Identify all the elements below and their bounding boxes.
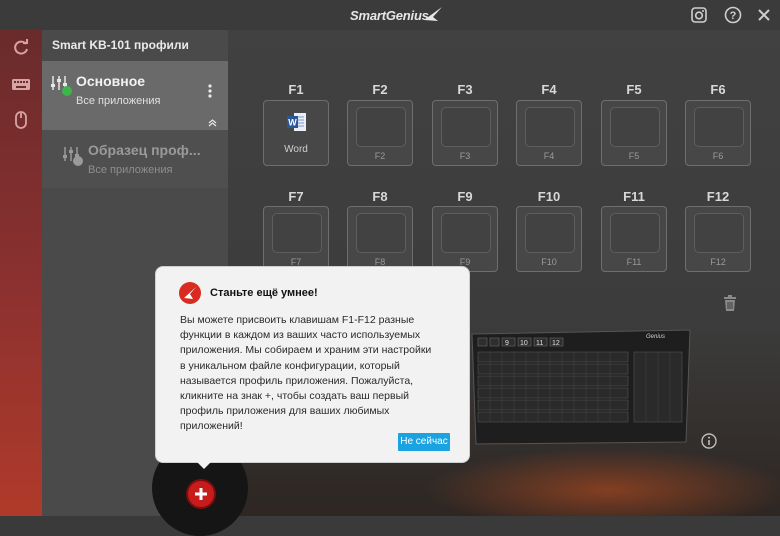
key-cap bbox=[356, 107, 406, 147]
fkey-caption: F6 bbox=[712, 151, 724, 161]
more-options-icon[interactable] bbox=[207, 83, 213, 99]
fkey-slot-f5[interactable]: F5 bbox=[601, 100, 667, 166]
key-cap bbox=[694, 213, 744, 253]
profile-subtitle: Все приложения bbox=[88, 164, 173, 176]
fkey-slot-f2[interactable]: F2 bbox=[347, 100, 413, 166]
key-cap bbox=[694, 107, 744, 147]
keyboard-key-label: 9 bbox=[505, 340, 509, 347]
popup-body-line: называется профиль приложения. Пожалуйст… bbox=[180, 374, 414, 387]
keyboard-image: 9 10 11 12 Genius bbox=[471, 329, 691, 445]
keyboard-brand: Genius bbox=[646, 334, 665, 340]
fkey-label-f8: F8 bbox=[372, 189, 388, 204]
brand-swoosh-icon bbox=[424, 7, 442, 21]
mouse-icon[interactable] bbox=[11, 110, 31, 130]
popup-body-line: Вы можете присвоить клавишам F1-F12 разн… bbox=[180, 314, 415, 326]
brand-logo: SmartGenius bbox=[350, 8, 429, 23]
fkey-label-f2: F2 bbox=[372, 82, 388, 97]
fkey-label-f7: F7 bbox=[288, 189, 304, 204]
popup-body-line: приложения. Мы собираем и храним эти нас… bbox=[180, 344, 432, 357]
fkey-caption: F3 bbox=[459, 151, 471, 161]
popup-body-line: профиль приложения для ваших любимых bbox=[180, 405, 390, 418]
fkey-label-f4: F4 bbox=[541, 82, 557, 97]
keyboard-key-label: 10 bbox=[520, 340, 528, 347]
fkey-slot-f9[interactable]: F9 bbox=[432, 206, 498, 272]
popup-body-line: функции в каждом из ваших часто использу… bbox=[180, 329, 421, 342]
profile-status-dot bbox=[62, 86, 72, 96]
fkey-label-f10: F10 bbox=[537, 189, 561, 204]
fkey-slot-f6[interactable]: F6 bbox=[685, 100, 751, 166]
fkey-slot-f11[interactable]: F11 bbox=[601, 206, 667, 272]
fkey-slot-f3[interactable]: F3 bbox=[432, 100, 498, 166]
fkey-label-f1: F1 bbox=[288, 82, 304, 97]
fkey-label-f3: F3 bbox=[457, 82, 473, 97]
smartgenius-logo-icon bbox=[179, 282, 201, 304]
fkey-slot-f10[interactable]: F10 bbox=[516, 206, 582, 272]
trash-icon[interactable] bbox=[722, 294, 738, 312]
key-cap bbox=[441, 213, 491, 253]
key-cap bbox=[610, 107, 660, 147]
fkey-slot-f1[interactable]: W Word bbox=[263, 100, 329, 166]
profile-name: Основное bbox=[76, 73, 146, 89]
key-cap bbox=[441, 107, 491, 147]
popup-body-line: в уникальном файле конфигурации, который bbox=[180, 359, 400, 372]
profile-status-dot bbox=[73, 156, 83, 166]
fkey-label-f11: F11 bbox=[623, 189, 645, 204]
svg-text:W: W bbox=[288, 118, 297, 128]
keyboard-key-label: 11 bbox=[536, 340, 543, 347]
popup-body: Вы можете присвоить клавишам F1-F12 разн… bbox=[180, 313, 452, 435]
key-cap bbox=[610, 213, 660, 253]
popup-pointer bbox=[195, 460, 213, 469]
fkey-label-f5: F5 bbox=[626, 82, 642, 97]
fkey-label-f9: F9 bbox=[457, 189, 473, 204]
help-icon[interactable]: ? bbox=[724, 6, 742, 24]
word-app-icon: W bbox=[287, 113, 306, 131]
plus-icon bbox=[195, 488, 207, 500]
fkey-caption: F5 bbox=[628, 151, 640, 161]
profile-subtitle: Все приложения bbox=[76, 95, 161, 107]
fkey-slot-f7[interactable]: F7 bbox=[263, 206, 329, 272]
refresh-icon[interactable] bbox=[11, 38, 31, 58]
popup-title: Станьте ещё умнее! bbox=[210, 287, 318, 299]
key-cap bbox=[272, 213, 322, 253]
fkey-caption: F10 bbox=[541, 257, 557, 267]
instagram-icon[interactable] bbox=[690, 6, 708, 24]
fkey-caption: F12 bbox=[710, 257, 726, 267]
profile-item-sample[interactable]: Образец проф... Все приложения bbox=[42, 130, 228, 188]
fkey-slot-f12[interactable]: F12 bbox=[685, 206, 751, 272]
not-now-button[interactable]: Не сейчас bbox=[398, 433, 450, 451]
collapse-chevron-icon[interactable] bbox=[208, 118, 217, 127]
keyboard-key-label: 12 bbox=[552, 340, 560, 347]
fkey-caption: F4 bbox=[543, 151, 555, 161]
fkey-caption: F11 bbox=[626, 257, 642, 267]
info-icon[interactable] bbox=[701, 433, 717, 449]
fkey-slot-f4[interactable]: F4 bbox=[516, 100, 582, 166]
fkey-caption: F2 bbox=[374, 151, 386, 161]
fkey-label-f12: F12 bbox=[706, 189, 730, 204]
profile-item-main[interactable]: Основное Все приложения bbox=[42, 61, 228, 131]
side-nav bbox=[0, 30, 42, 516]
profiles-title: Smart KB-101 профили bbox=[52, 38, 189, 52]
tip-popup: Станьте ещё умнее! Вы можете присвоить к… bbox=[155, 266, 470, 463]
key-cap bbox=[356, 213, 406, 253]
fkey-slot-f8[interactable]: F8 bbox=[347, 206, 413, 272]
popup-body-line: кликните на знак +, чтобы создать ваш пе… bbox=[180, 390, 409, 403]
svg-text:?: ? bbox=[730, 10, 737, 22]
add-profile-button[interactable] bbox=[186, 479, 216, 509]
key-cap bbox=[525, 213, 575, 253]
title-bar: SmartGenius ? bbox=[0, 0, 780, 30]
fkey-caption: Word bbox=[284, 144, 308, 155]
keyboard-icon[interactable] bbox=[11, 74, 31, 94]
profile-name: Образец проф... bbox=[88, 142, 201, 158]
close-icon[interactable] bbox=[755, 6, 773, 24]
key-cap bbox=[525, 107, 575, 147]
fkey-label-f6: F6 bbox=[710, 82, 726, 97]
